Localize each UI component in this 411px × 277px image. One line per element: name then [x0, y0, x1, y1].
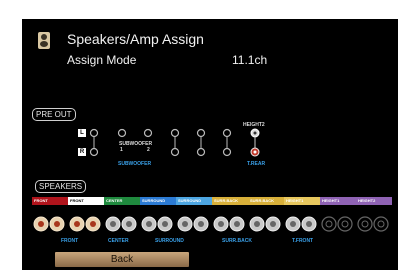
assign-label-surr-back: SURR.BACK — [222, 238, 252, 244]
assign-label-surround: SURROUND — [155, 238, 184, 244]
speaker-terminals — [33, 216, 389, 232]
terminal-surr-back-right — [249, 216, 281, 232]
terminal-center — [105, 216, 137, 232]
terminal-height2 — [357, 216, 389, 232]
terminal-front-left — [33, 216, 65, 232]
assign-label-center: CENTER — [108, 238, 129, 244]
terminal-height1-right — [321, 216, 353, 232]
terminal-surround-right — [177, 216, 209, 232]
back-button[interactable]: Back — [55, 252, 189, 267]
terminal-height1-left — [285, 216, 317, 232]
assign-label-tfront: T.FRONT — [292, 238, 314, 244]
terminal-surround-left — [141, 216, 173, 232]
assign-label-front: FRONT — [61, 238, 79, 244]
terminal-front-right — [69, 216, 101, 232]
avr-setup-screen: Speakers/Amp Assign Assign Mode 11.1ch P… — [22, 19, 398, 270]
terminal-surr-back-left — [213, 216, 245, 232]
